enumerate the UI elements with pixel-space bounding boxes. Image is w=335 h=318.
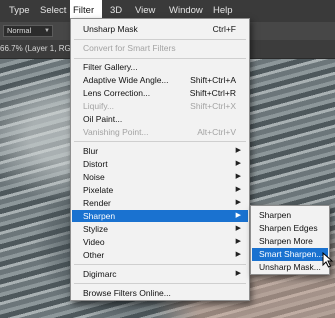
menu-item-label: Sharpen bbox=[83, 211, 116, 221]
submenu-item-sharpen-edges[interactable]: Sharpen Edges bbox=[252, 222, 328, 235]
blend-mode-value: Normal bbox=[7, 26, 32, 35]
mouse-pointer-icon bbox=[322, 252, 334, 268]
menu-item-label: Noise bbox=[83, 172, 105, 182]
menu-item-label: Blur bbox=[83, 146, 99, 156]
menu-item-shortcut: Shift+Ctrl+A bbox=[190, 75, 236, 85]
menu-item-label: Render bbox=[83, 198, 111, 208]
triangle-right-icon: ▶ bbox=[235, 225, 241, 232]
menu-item-shortcut: Shift+Ctrl+X bbox=[190, 101, 236, 111]
menu-item-shortcut: Alt+Ctrl+V bbox=[197, 127, 236, 137]
submenu-item-smart-sharpen[interactable]: Smart Sharpen... bbox=[252, 248, 328, 261]
menu-item-oil-paint[interactable]: Oil Paint... bbox=[72, 113, 248, 125]
menu-item-unsharp-mask[interactable]: Unsharp Mask Ctrl+F bbox=[72, 23, 248, 35]
submenu-item-sharpen[interactable]: Sharpen bbox=[252, 209, 328, 222]
sharpen-submenu: Sharpen Sharpen Edges Sharpen More Smart… bbox=[250, 205, 330, 275]
menu-item-label: Lens Correction... bbox=[83, 88, 151, 98]
menu-item-vanishing-point: Vanishing Point... Alt+Ctrl+V bbox=[72, 126, 248, 138]
menu-item-video[interactable]: Video ▶ bbox=[72, 236, 248, 248]
menu-item-label: Vanishing Point... bbox=[83, 127, 149, 137]
menu-item-label: Digimarc bbox=[83, 269, 117, 279]
triangle-right-icon: ▶ bbox=[235, 160, 241, 167]
menu-item-shortcut: Shift+Ctrl+R bbox=[189, 88, 236, 98]
menu-item-convert-smart-filters: Convert for Smart Filters bbox=[72, 42, 248, 54]
menu-item-label: Adaptive Wide Angle... bbox=[83, 75, 169, 85]
menu-item-sharpen[interactable]: Sharpen ▶ bbox=[72, 210, 248, 222]
triangle-right-icon: ▶ bbox=[235, 173, 241, 180]
menu-item-label: Unsharp Mask bbox=[83, 24, 138, 34]
submenu-item-unsharp-mask[interactable]: Unsharp Mask... bbox=[252, 261, 328, 274]
menu-item-label: Browse Filters Online... bbox=[83, 288, 171, 298]
menu-item-shortcut: Ctrl+F bbox=[212, 24, 236, 34]
menu-item-noise[interactable]: Noise ▶ bbox=[72, 171, 248, 183]
menu-item-label: Stylize bbox=[83, 224, 109, 234]
menu-item-lens-correction[interactable]: Lens Correction... Shift+Ctrl+R bbox=[72, 87, 248, 99]
menu-item-label: Oil Paint... bbox=[83, 114, 123, 124]
menu-item-label: Other bbox=[83, 250, 105, 260]
menu-item-label: Pixelate bbox=[83, 185, 114, 195]
triangle-right-icon: ▶ bbox=[235, 186, 241, 193]
menu-item-distort[interactable]: Distort ▶ bbox=[72, 158, 248, 170]
menu-item-blur[interactable]: Blur ▶ bbox=[72, 145, 248, 157]
menu-item-digimarc[interactable]: Digimarc ▶ bbox=[72, 268, 248, 280]
menu-item-adaptive-wide-angle[interactable]: Adaptive Wide Angle... Shift+Ctrl+A bbox=[72, 74, 248, 86]
triangle-right-icon: ▶ bbox=[235, 238, 241, 245]
menu-item-label: Convert for Smart Filters bbox=[83, 43, 176, 53]
menu-item-stylize[interactable]: Stylize ▶ bbox=[72, 223, 248, 235]
menu-item-browse-filters-online[interactable]: Browse Filters Online... bbox=[72, 287, 248, 299]
menu-item-label: Liquify... bbox=[83, 101, 115, 111]
document-title: 66.7% (Layer 1, RGB bbox=[0, 44, 77, 53]
menu-item-render[interactable]: Render ▶ bbox=[72, 197, 248, 209]
menu-item-liquify: Liquify... Shift+Ctrl+X bbox=[72, 100, 248, 112]
triangle-right-icon: ▶ bbox=[235, 212, 241, 219]
submenu-item-sharpen-more[interactable]: Sharpen More bbox=[252, 235, 328, 248]
triangle-right-icon: ▶ bbox=[235, 199, 241, 206]
menu-select[interactable]: Select bbox=[34, 0, 72, 22]
menu-item-label: Video bbox=[83, 237, 105, 247]
triangle-right-icon: ▶ bbox=[235, 270, 241, 277]
blend-mode-select[interactable]: Normal ▼ bbox=[3, 25, 53, 37]
menu-item-label: Distort bbox=[83, 159, 108, 169]
menu-separator bbox=[74, 141, 246, 142]
chevron-down-icon: ▼ bbox=[44, 28, 50, 34]
menu-separator bbox=[74, 39, 246, 40]
triangle-right-icon: ▶ bbox=[235, 147, 241, 154]
menu-item-label: Filter Gallery... bbox=[83, 62, 138, 72]
filter-menu: Unsharp Mask Ctrl+F Convert for Smart Fi… bbox=[70, 18, 250, 301]
menu-item-other[interactable]: Other ▶ bbox=[72, 249, 248, 261]
menu-type[interactable]: Type bbox=[3, 0, 36, 22]
menu-item-filter-gallery[interactable]: Filter Gallery... bbox=[72, 61, 248, 73]
menu-separator bbox=[74, 58, 246, 59]
menu-item-pixelate[interactable]: Pixelate ▶ bbox=[72, 184, 248, 196]
triangle-right-icon: ▶ bbox=[235, 251, 241, 258]
menu-separator bbox=[74, 264, 246, 265]
menu-separator bbox=[74, 283, 246, 284]
